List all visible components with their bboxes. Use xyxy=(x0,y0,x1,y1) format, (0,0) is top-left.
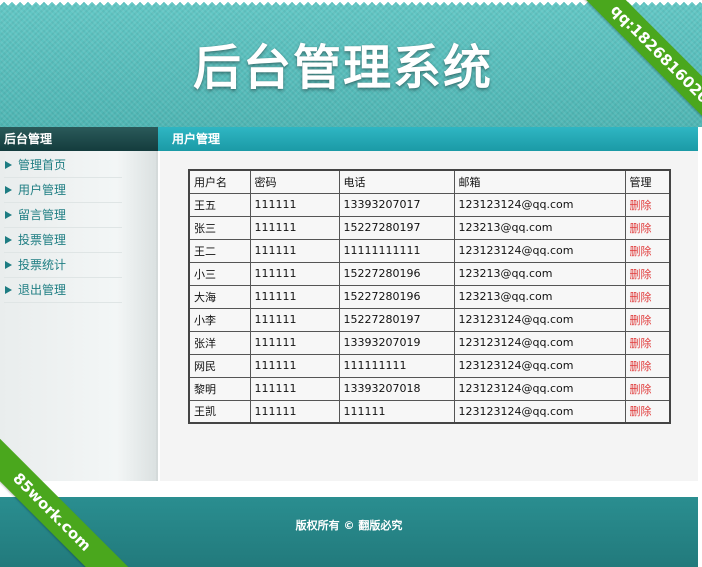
sidebar-item-label: 用户管理 xyxy=(18,183,67,197)
column-header-password: 密码 xyxy=(249,169,340,194)
delete-link[interactable]: 删除 xyxy=(624,376,671,401)
delete-link[interactable]: 删除 xyxy=(624,238,671,263)
delete-link[interactable]: 删除 xyxy=(624,192,671,217)
user-table: 用户名 密码 电话 邮箱 管理 王五 111111 13393207017 12312… xyxy=(188,169,671,424)
cell-password: 111111 xyxy=(249,307,340,332)
cell-phone: 111111 xyxy=(338,399,455,424)
user-table-body: 王五 111111 13393207017 123123124@qq.com 删除 张三 1… xyxy=(188,192,671,424)
cell-email: 123123124@qq.com xyxy=(453,330,626,355)
table-row: 大海 111111 15227280196 123213@qq.com 删除 xyxy=(188,284,671,309)
cell-password: 111111 xyxy=(249,330,340,355)
sidebar-item-label: 留言管理 xyxy=(18,208,67,222)
delete-link[interactable]: 删除 xyxy=(624,399,671,424)
cell-password: 111111 xyxy=(249,215,340,240)
cell-phone: 13393207018 xyxy=(338,376,455,401)
triangle-right-icon xyxy=(5,261,12,269)
sidebar-item-votes[interactable]: 投票管理 xyxy=(4,228,122,253)
cell-username: 小三 xyxy=(188,261,251,286)
cell-password: 111111 xyxy=(249,399,340,424)
cell-username: 王五 xyxy=(188,192,251,217)
cell-phone: 11111111111 xyxy=(338,238,455,263)
cell-email: 123123124@qq.com xyxy=(453,192,626,217)
cell-password: 111111 xyxy=(249,238,340,263)
sidebar-item-label: 退出管理 xyxy=(18,283,67,297)
triangle-right-icon xyxy=(5,236,12,244)
copyright-text: 版权所有 © 翻版必究 xyxy=(295,519,403,532)
cell-password: 111111 xyxy=(249,261,340,286)
column-header-phone: 电话 xyxy=(338,169,455,194)
site-title: 后台管理系统 xyxy=(192,40,493,96)
sidebar-item-vote-stats[interactable]: 投票统计 xyxy=(4,253,122,278)
main-content: 用户名 密码 电话 邮箱 管理 王五 111111 13393207017 12312… xyxy=(160,151,698,481)
cell-username: 大海 xyxy=(188,284,251,309)
cell-username: 王凯 xyxy=(188,399,251,424)
cell-password: 111111 xyxy=(249,192,340,217)
sidebar-menu: 管理首页 用户管理 留言管理 投票管理 投票统计 退出管理 xyxy=(0,151,156,303)
triangle-right-icon xyxy=(5,286,12,294)
sidebar-heading: 后台管理 xyxy=(0,127,158,151)
cell-password: 111111 xyxy=(249,284,340,309)
delete-link[interactable]: 删除 xyxy=(624,353,671,378)
triangle-right-icon xyxy=(5,161,12,169)
table-row: 王二 111111 11111111111 123123124@qq.com 删除 xyxy=(188,238,671,263)
cell-email: 123123124@qq.com xyxy=(453,353,626,378)
user-table-container: 用户名 密码 电话 邮箱 管理 王五 111111 13393207017 12312… xyxy=(188,169,671,424)
cell-password: 111111 xyxy=(249,376,340,401)
table-row: 王五 111111 13393207017 123123124@qq.com 删除 xyxy=(188,192,671,217)
sidebar-item-logout[interactable]: 退出管理 xyxy=(4,278,122,303)
triangle-right-icon xyxy=(5,186,12,194)
table-row: 黎明 111111 13393207018 123123124@qq.com 删除 xyxy=(188,376,671,401)
sidebar-item-label: 投票管理 xyxy=(18,233,67,247)
table-row: 王凯 111111 111111 123123124@qq.com 删除 xyxy=(188,399,671,424)
cell-phone: 13393207019 xyxy=(338,330,455,355)
delete-link[interactable]: 删除 xyxy=(624,261,671,286)
delete-link[interactable]: 删除 xyxy=(624,215,671,240)
cell-phone: 13393207017 xyxy=(338,192,455,217)
cell-phone: 15227280196 xyxy=(338,284,455,309)
table-header-row: 用户名 密码 电话 邮箱 管理 xyxy=(188,169,671,194)
sidebar-item-label: 投票统计 xyxy=(18,258,67,272)
cell-email: 123123124@qq.com xyxy=(453,307,626,332)
delete-link[interactable]: 删除 xyxy=(624,307,671,332)
column-header-username: 用户名 xyxy=(188,169,251,194)
cell-phone: 15227280197 xyxy=(338,307,455,332)
cell-username: 王二 xyxy=(188,238,251,263)
sidebar-item-label: 管理首页 xyxy=(18,158,67,172)
cell-password: 111111 xyxy=(249,353,340,378)
page-header: 后台管理系统 xyxy=(0,0,702,127)
triangle-right-icon xyxy=(5,211,12,219)
table-row: 小三 111111 15227280196 123213@qq.com 删除 xyxy=(188,261,671,286)
cell-username: 黎明 xyxy=(188,376,251,401)
cell-phone: 15227280196 xyxy=(338,261,455,286)
cell-email: 123123124@qq.com xyxy=(453,399,626,424)
cell-username: 张洋 xyxy=(188,330,251,355)
sidebar: 管理首页 用户管理 留言管理 投票管理 投票统计 退出管理 xyxy=(0,151,158,481)
cell-email: 123123124@qq.com xyxy=(453,376,626,401)
delete-link[interactable]: 删除 xyxy=(624,284,671,309)
cell-phone: 15227280197 xyxy=(338,215,455,240)
cell-username: 张三 xyxy=(188,215,251,240)
table-row: 小李 111111 15227280197 123123124@qq.com 删除 xyxy=(188,307,671,332)
column-header-manage: 管理 xyxy=(624,169,671,194)
table-row: 网民 111111 111111111 123123124@qq.com 删除 xyxy=(188,353,671,378)
main-heading: 用户管理 xyxy=(158,127,698,151)
table-row: 张三 111111 15227280197 123213@qq.com 删除 xyxy=(188,215,671,240)
column-header-email: 邮箱 xyxy=(453,169,626,194)
cell-email: 123213@qq.com xyxy=(453,215,626,240)
cell-email: 123213@qq.com xyxy=(453,284,626,309)
cell-phone: 111111111 xyxy=(338,353,455,378)
cell-email: 123213@qq.com xyxy=(453,261,626,286)
sidebar-item-users[interactable]: 用户管理 xyxy=(4,178,122,203)
sidebar-item-messages[interactable]: 留言管理 xyxy=(4,203,122,228)
cell-email: 123123124@qq.com xyxy=(453,238,626,263)
cell-username: 网民 xyxy=(188,353,251,378)
delete-link[interactable]: 删除 xyxy=(624,330,671,355)
table-row: 张洋 111111 13393207019 123123124@qq.com 删除 xyxy=(188,330,671,355)
sidebar-item-home[interactable]: 管理首页 xyxy=(4,153,122,178)
cell-username: 小李 xyxy=(188,307,251,332)
